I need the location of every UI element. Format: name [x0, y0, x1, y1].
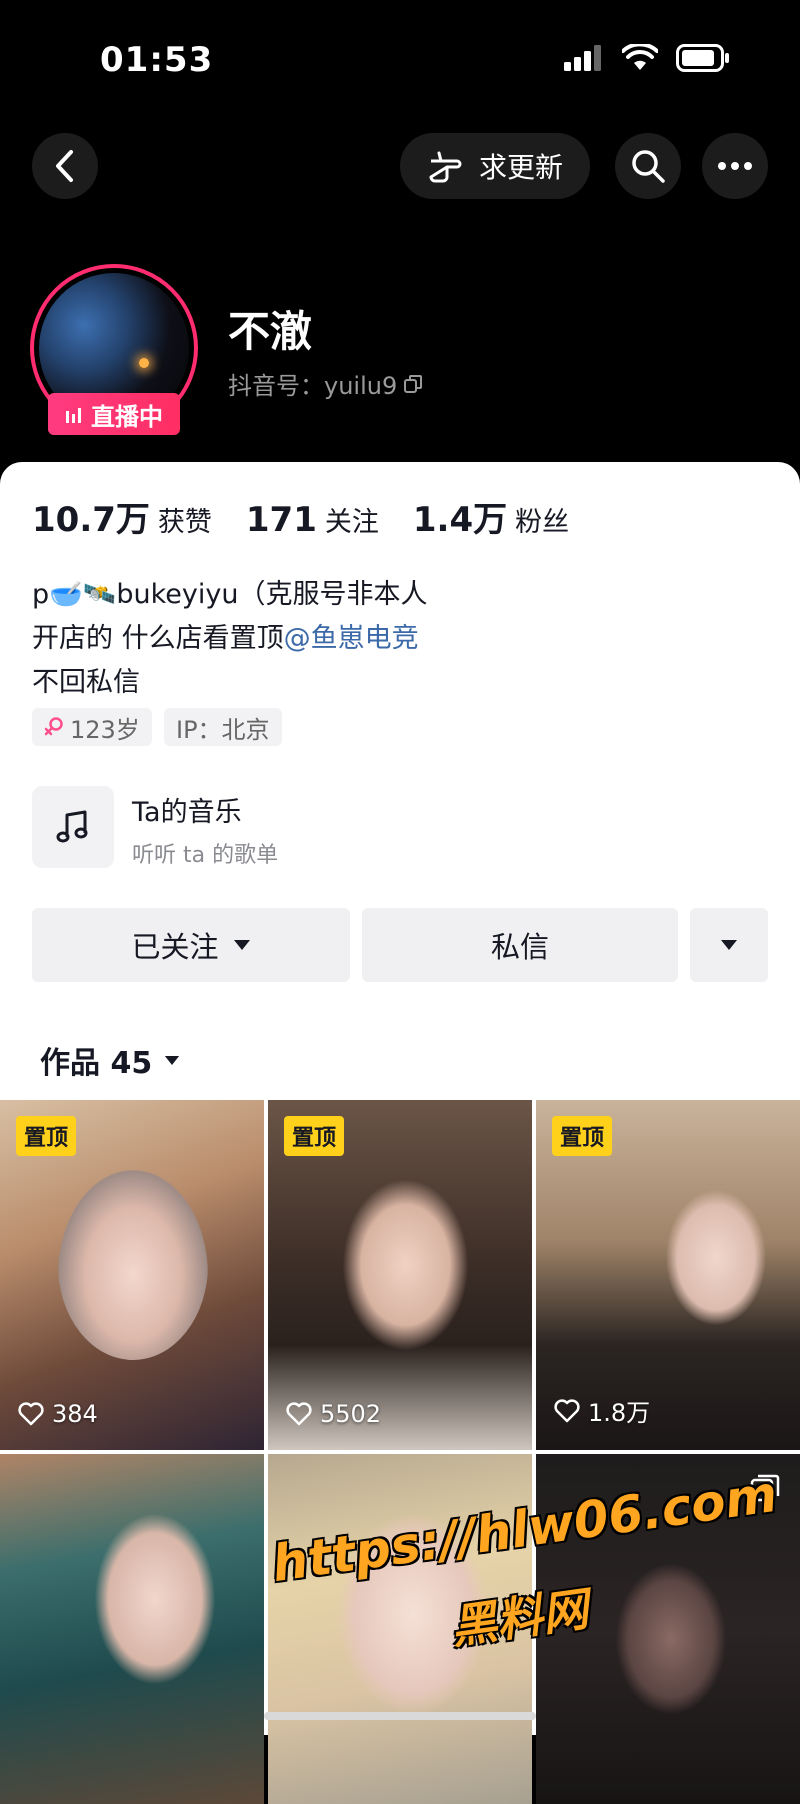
status-time: 01:53 — [100, 40, 214, 80]
stat-followers-number: 1.4万 — [412, 500, 508, 540]
live-bars-icon — [66, 408, 81, 423]
stat-following-label: 关注 — [324, 507, 379, 538]
douyin-id[interactable]: 抖音号：yuilu9 — [228, 366, 423, 401]
ip-tag-text: IP：北京 — [176, 715, 270, 744]
bio-mention-link[interactable]: @鱼崽电竞 — [284, 623, 419, 654]
search-button[interactable] — [615, 133, 681, 199]
nickname: 不澈 — [228, 307, 313, 356]
likes-count-text: 1.8万 — [588, 1399, 651, 1427]
female-icon — [44, 717, 63, 736]
battery-icon — [676, 44, 729, 72]
music-note-icon — [56, 810, 88, 843]
message-button-label: 私信 — [490, 930, 549, 964]
video-tile[interactable]: 置顶 384 — [0, 1100, 264, 1450]
caret-down-icon — [165, 1055, 180, 1065]
bio-line-2-text: 开店的 什么店看置顶 — [32, 623, 284, 654]
chevron-left-icon — [56, 150, 73, 182]
video-tile[interactable]: 置顶 5502 — [268, 1100, 532, 1450]
likes-count: 1.8万 — [554, 1393, 650, 1428]
caret-down-icon — [721, 940, 737, 950]
age-tag-text: 123岁 — [70, 715, 140, 744]
message-button[interactable]: 私信 — [362, 908, 678, 982]
stats-row: 10.7万 获赞 171 关注 1.4万 粉丝 — [32, 492, 569, 541]
pinned-badge: 置顶 — [16, 1116, 77, 1156]
live-badge[interactable]: 直播中 — [48, 393, 180, 435]
caret-down-icon — [233, 940, 250, 950]
heart-icon — [554, 1398, 580, 1422]
stat-followers-label: 粉丝 — [515, 507, 570, 538]
back-button[interactable] — [32, 133, 98, 199]
heart-icon — [286, 1402, 312, 1426]
likes-count: 384 — [18, 1400, 98, 1428]
more-actions-dropdown[interactable] — [690, 908, 768, 982]
search-icon — [632, 150, 665, 183]
age-tag: 123岁 — [32, 708, 152, 746]
cellular-signal-icon — [564, 45, 601, 71]
likes-count: 5502 — [286, 1400, 381, 1428]
stat-followers[interactable]: 1.4万 粉丝 — [413, 492, 569, 541]
following-button[interactable]: 已关注 — [32, 908, 350, 982]
video-tile[interactable] — [0, 1454, 264, 1804]
ip-tag: IP：北京 — [164, 708, 282, 746]
tab-works-label: 作品 45 — [40, 1046, 153, 1081]
request-update-button[interactable]: 求更新 — [400, 133, 590, 199]
more-dots-icon — [718, 162, 752, 170]
douyin-id-text: 抖音号：yuilu9 — [228, 372, 398, 400]
tab-works[interactable]: 作品 45 — [40, 1038, 180, 1082]
pinned-badge: 置顶 — [552, 1116, 613, 1156]
request-update-label: 求更新 — [478, 151, 563, 184]
pinned-badge: 置顶 — [284, 1116, 345, 1156]
bio-line-2: 开店的 什么店看置顶@鱼崽电竞 — [32, 616, 419, 655]
stat-likes-number: 10.7万 — [32, 500, 150, 540]
likes-count-text: 5502 — [320, 1400, 382, 1428]
stat-likes[interactable]: 10.7万 获赞 — [32, 492, 212, 541]
copy-icon[interactable] — [403, 374, 423, 394]
music-title[interactable]: Ta的音乐 — [132, 790, 242, 829]
home-indicator[interactable] — [264, 1712, 536, 1720]
likes-count-text: 384 — [52, 1400, 98, 1428]
stat-following[interactable]: 171 关注 — [246, 500, 379, 540]
video-tile[interactable]: 置顶 1.8万 — [536, 1100, 800, 1450]
following-button-label: 已关注 — [131, 930, 219, 964]
pointing-hand-icon — [429, 151, 462, 183]
more-button[interactable] — [702, 133, 768, 199]
live-badge-label: 直播中 — [91, 402, 163, 431]
stat-following-number: 171 — [245, 500, 317, 540]
bio-line-3: 不回私信 — [32, 667, 140, 698]
stat-likes-label: 获赞 — [157, 507, 212, 538]
status-icons — [564, 44, 730, 72]
bio-line-1: p🥣🛰️bukeyiyu（克服号非本人 — [32, 579, 428, 610]
music-subtitle: 听听 ta 的歌单 — [132, 843, 279, 868]
heart-icon — [18, 1402, 44, 1426]
wifi-icon — [622, 44, 658, 70]
music-entry-icon-box[interactable] — [32, 786, 114, 868]
